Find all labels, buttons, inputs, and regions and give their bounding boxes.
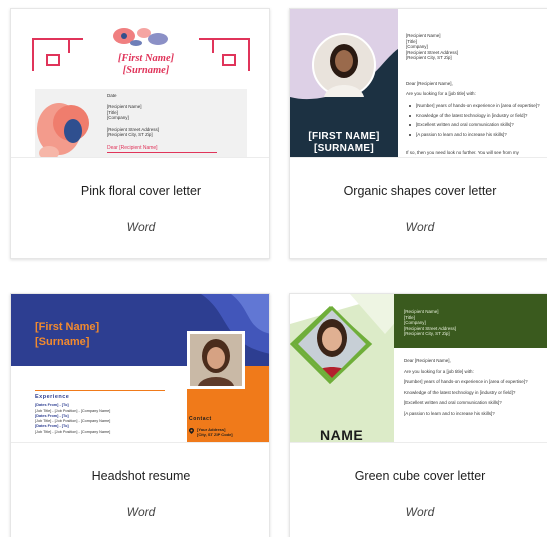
card-footer: Organic shapes cover letter Word bbox=[290, 157, 547, 258]
template-card-green-cube[interactable]: [Recipient Name] [Title] [Company] [Reci… bbox=[289, 293, 547, 537]
bullet-item: [Excellent written and oral communicatio… bbox=[408, 122, 544, 128]
template-title: Headshot resume bbox=[91, 469, 191, 483]
flower-crown-icon bbox=[113, 28, 168, 46]
body-line: Knowledge of the latest technology in [i… bbox=[404, 389, 516, 395]
name-surname: [Surname] bbox=[122, 65, 170, 76]
recipient-line: [Recipient City, ST Zip] bbox=[404, 331, 450, 337]
contact-heading: Contact bbox=[189, 416, 212, 422]
template-app-label: Word bbox=[405, 220, 435, 234]
template-thumbnail: [First Name] [Surname] Date [Recipient N… bbox=[11, 9, 269, 157]
template-app-label: Word bbox=[405, 505, 435, 519]
card-footer: Green cube cover letter Word bbox=[290, 442, 547, 537]
recipient-line: [Recipient City, ST Zip] bbox=[406, 55, 452, 61]
salutation: Dear [Recipient Name], bbox=[406, 81, 453, 86]
template-thumbnail: [Recipient Name] [Title] [Company] [Reci… bbox=[290, 294, 547, 442]
bullet-item: [Number] years of hands-on experience in… bbox=[408, 103, 544, 109]
template-card-organic-shapes[interactable]: [FIRST NAME] [SURNAME] [Recipient Name] … bbox=[289, 8, 547, 259]
template-app-label: Word bbox=[126, 220, 156, 234]
template-thumbnail: [First Name] [Surname] Experience [Dates… bbox=[11, 294, 269, 442]
bullet-item: [A passion to learn and to increase his … bbox=[408, 132, 544, 138]
job-row: [Job Title] - [Job Position] - [Company … bbox=[35, 408, 111, 413]
name-first: [First Name] bbox=[117, 53, 175, 64]
name-first: [FIRST NAME] bbox=[308, 131, 380, 142]
name-surname: [SURNAME] bbox=[314, 143, 374, 154]
body-line: [A passion to learn and to increase his … bbox=[404, 410, 495, 416]
profile-photo bbox=[294, 306, 370, 382]
flower-icon bbox=[37, 103, 89, 157]
template-title: Green cube cover letter bbox=[354, 469, 486, 483]
body-line: [Excellent written and oral communicatio… bbox=[404, 400, 502, 406]
name-first: [First Name] bbox=[35, 321, 100, 333]
template-card-headshot-resume[interactable]: [First Name] [Surname] Experience [Dates… bbox=[10, 293, 270, 537]
template-title: Organic shapes cover letter bbox=[343, 184, 497, 198]
name-surname: [Surname] bbox=[35, 336, 90, 348]
experience-heading: Experience bbox=[35, 394, 70, 400]
divider bbox=[35, 390, 165, 391]
body-line: Are you looking for a [job title] with: bbox=[404, 368, 474, 374]
headshot-photo bbox=[187, 331, 245, 389]
body-line: [Number] years of hands-on experience in… bbox=[404, 379, 528, 385]
salutation: Dear [Recipient Name] bbox=[107, 145, 158, 151]
card-footer: Pink floral cover letter Word bbox=[11, 157, 269, 258]
template-thumbnail: [FIRST NAME] [SURNAME] [Recipient Name] … bbox=[290, 9, 547, 157]
address-line: [City, ST ZIP Code] bbox=[197, 432, 233, 437]
template-title: Pink floral cover letter bbox=[80, 184, 202, 198]
letter-line: [Recipient City, ST Zip] bbox=[107, 132, 153, 138]
bullet-item: Knowledge of the latest technology in [i… bbox=[408, 113, 544, 119]
divider bbox=[107, 152, 217, 153]
card-footer: Headshot resume Word bbox=[11, 442, 269, 537]
profile-photo bbox=[312, 33, 376, 97]
template-card-pink-floral[interactable]: [First Name] [Surname] Date [Recipient N… bbox=[10, 8, 270, 259]
location-pin-icon bbox=[189, 428, 194, 434]
intro-line: Are you looking for a [job title] with: bbox=[406, 91, 476, 96]
body-line: Dear [Recipient Name], bbox=[404, 358, 451, 363]
person-photo-icon bbox=[190, 334, 242, 386]
body-line: If so, then you need look no further. Yo… bbox=[406, 150, 519, 155]
job-row: [Job Title] - [Job Position] - [Company … bbox=[35, 429, 111, 434]
name-heading: NAME bbox=[320, 427, 364, 442]
template-app-label: Word bbox=[126, 505, 156, 519]
